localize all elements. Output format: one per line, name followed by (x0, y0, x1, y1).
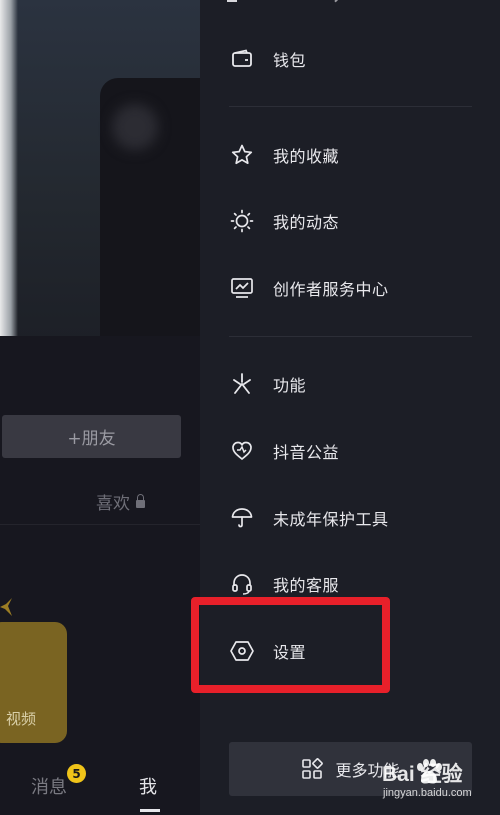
watermark-subtitle: jingyan.baidu.com (383, 787, 472, 799)
lock-icon (136, 493, 145, 508)
menu-item-label: 未成年保护工具 (273, 510, 389, 529)
profile-cover (0, 0, 200, 348)
clipped-icon (227, 0, 237, 2)
tab-me[interactable]: 我 (139, 773, 157, 799)
chevron-right-icon (328, 0, 342, 3)
add-friend-label: +朋友 (67, 429, 116, 449)
paw-logo-icon (417, 759, 442, 784)
cover-edge (0, 0, 18, 340)
menu-item-label: 功能 (273, 376, 307, 395)
menu-item-label: 我的动态 (273, 213, 340, 232)
headset-icon (229, 571, 255, 597)
hexagon-settings-icon (229, 638, 255, 664)
menu-item-label: 我的收藏 (273, 147, 340, 166)
tab-likes[interactable]: 喜欢 (96, 489, 145, 514)
active-tab-indicator (140, 809, 160, 812)
add-friend-button[interactable]: +朋友 (2, 415, 181, 458)
menu-item-activity[interactable]: 我的动态 (200, 196, 500, 246)
wallet-icon (229, 46, 255, 72)
menu-item-label: 设置 (273, 643, 307, 662)
menu-item-minor-protection[interactable]: 未成年保护工具 (200, 493, 500, 543)
tab-messages[interactable]: 消息 (31, 773, 67, 799)
grid-icon (302, 758, 324, 779)
menu-divider (229, 336, 472, 337)
menu-item-label: 我的客服 (273, 576, 340, 595)
umbrella-icon (229, 505, 255, 531)
video-card-label: 视频 (6, 710, 37, 728)
menu-item-label: 创作者服务中心 (273, 280, 389, 299)
menu-item-features[interactable]: 功能 (200, 359, 500, 409)
star-icon (229, 142, 255, 168)
menu-item-charity[interactable]: 抖音公益 (200, 426, 500, 476)
sparkle-icon (0, 598, 12, 616)
message-count-badge: 5 (67, 764, 86, 783)
tabs-divider (0, 524, 200, 525)
avatar (112, 104, 158, 150)
menu-item-label: 抖音公益 (273, 443, 340, 462)
menu-item-wallet[interactable]: 钱包 (200, 34, 500, 84)
menu-item-customer-service[interactable]: 我的客服 (200, 559, 500, 609)
likes-tab-label: 喜欢 (96, 494, 130, 514)
sparkle-icon (229, 371, 255, 397)
profile-page-background: +朋友 喜欢 视频 消息 5 我 (0, 0, 200, 815)
menu-item-creator-center[interactable]: 创作者服务中心 (200, 263, 500, 313)
sun-icon (229, 208, 255, 234)
side-drawer-menu: 钱包 我的收藏 我的动态 创作者服务中心 功能 抖音公益 未成年保护工具 我的客… (200, 0, 500, 815)
menu-item-label: 钱包 (273, 51, 307, 70)
heart-hands-icon (229, 438, 255, 464)
monitor-chart-icon (229, 275, 255, 301)
menu-item-settings[interactable]: 设置 (200, 626, 500, 676)
profile-content (0, 336, 200, 815)
menu-item-favorites[interactable]: 我的收藏 (200, 130, 500, 180)
menu-divider (229, 106, 472, 107)
